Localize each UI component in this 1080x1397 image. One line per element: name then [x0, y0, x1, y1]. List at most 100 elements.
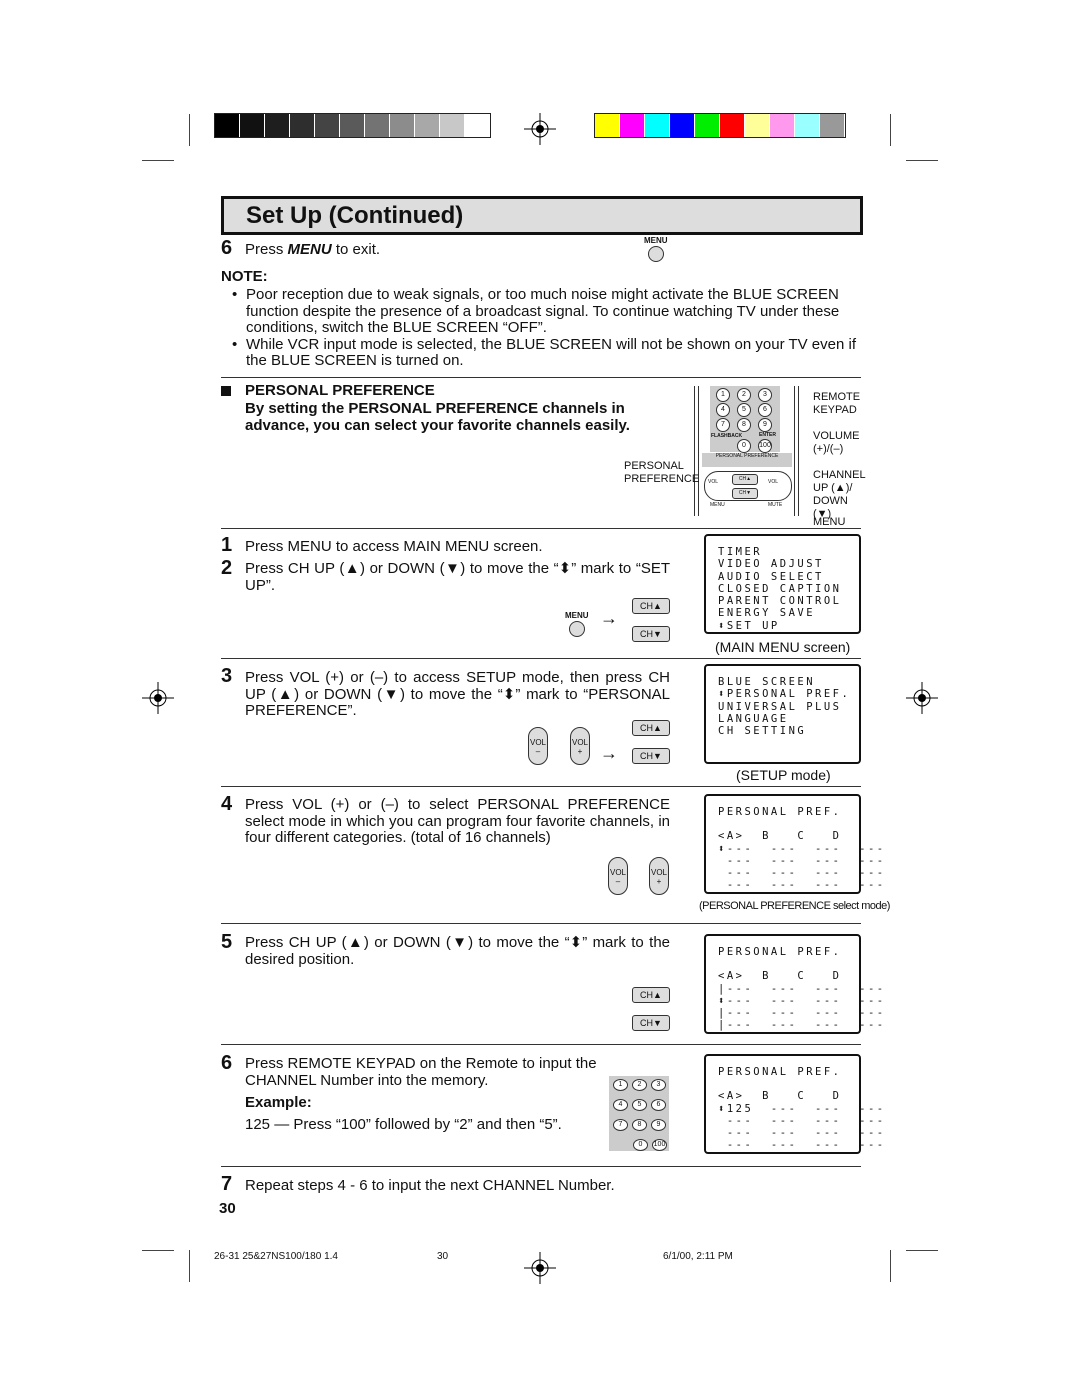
section-intro: By setting the PERSONAL PREFERENCE chann… — [245, 400, 630, 434]
remote-key-1[interactable]: 1 — [716, 388, 730, 402]
footer-file: 26-31 25&27NS100/180 1.4 — [214, 1251, 338, 1262]
screen-line: ⬍PERSONAL PREF. — [718, 688, 851, 701]
screen-line: ⬍125 --- --- --- — [718, 1102, 886, 1115]
remote-ch-down[interactable]: CH▼ — [732, 488, 758, 499]
screen-line: TIMER — [718, 546, 763, 558]
screen-line: |--- --- --- --- — [718, 982, 886, 995]
divider — [221, 923, 861, 924]
pp-buttons-bar[interactable]: PERSONAL PREFERENCE — [702, 453, 792, 467]
crop-mark — [189, 114, 190, 146]
screen-line: CLOSED CAPTION — [718, 582, 842, 595]
remote-vol-minus[interactable]: VOL — [708, 479, 718, 485]
crop-mark — [906, 160, 938, 161]
screen-line: --- --- --- --- — [718, 1127, 886, 1140]
remote-key-2[interactable]: 2 — [737, 388, 751, 402]
keypad-key-2: 2 — [632, 1079, 647, 1091]
example-text: 125 — Press “100” followed by “2” and th… — [245, 1116, 562, 1133]
calibration-swatch — [440, 114, 465, 137]
remote-key-7[interactable]: 7 — [716, 418, 730, 432]
keypad-key-0: 0 — [633, 1139, 648, 1151]
label-personal-preference: PERSONAL PREFERENCE — [624, 460, 700, 485]
remote-key-9[interactable]: 9 — [758, 418, 772, 432]
square-bullet-icon — [221, 386, 231, 396]
keypad-key-7: 7 — [613, 1119, 628, 1131]
step-number: 6 — [221, 237, 233, 259]
screen-line: <A> B C D — [718, 970, 842, 983]
step-number: 6 — [221, 1052, 233, 1074]
screen-line: ENERGY SAVE — [718, 607, 816, 620]
keypad-key-6: 6 — [651, 1099, 666, 1111]
calibration-swatch — [595, 114, 620, 137]
ch-up-button: CH▲ — [632, 987, 670, 1003]
step-2-text: Press CH UP (▲) or DOWN (▼) to move the … — [245, 560, 670, 594]
manual-page: Set Up (Continued) 6 Press MENU to exit.… — [0, 0, 1080, 1397]
screen-line — [718, 818, 859, 830]
ch-up-button: CH▲ — [632, 720, 670, 736]
remote-vol-plus[interactable]: VOL — [768, 479, 778, 485]
note-text: Poor reception due to weak signals, or t… — [246, 286, 840, 336]
screen-line: PARENT CONTROL — [718, 595, 842, 608]
menu-button-icon — [569, 621, 585, 637]
remote-mute-label: MUTE — [768, 502, 783, 508]
ch-down-button: CH▼ — [632, 626, 670, 642]
step-1-text: Press MENU to access MAIN MENU screen. — [245, 538, 543, 555]
step-number: 3 — [221, 665, 233, 687]
remote-key-3[interactable]: 3 — [758, 388, 772, 402]
remote-key-5[interactable]: 5 — [737, 403, 751, 417]
remote-edge — [794, 386, 799, 516]
keypad-illustration: 1 2 3 4 5 6 7 8 9 0 100 — [609, 1076, 669, 1151]
note-bullet: • Poor reception due to weak signals, or … — [232, 286, 860, 337]
vol-minus-button: VOL – — [528, 727, 548, 765]
remote-key-0[interactable]: 0 — [737, 439, 751, 453]
text: Press — [245, 241, 288, 258]
remote-key-100[interactable]: 100 — [758, 439, 772, 453]
section-heading: PERSONAL PREFERENCE — [245, 382, 435, 399]
note-heading: NOTE: — [221, 268, 268, 285]
registration-target-icon — [524, 113, 556, 145]
pp-input-screen: PERSONAL PREF. <A> B C D ⬍125 --- --- --- … — [704, 1054, 886, 1154]
label-remote-keypad: REMOTE KEYPAD — [813, 391, 861, 416]
screen-line: |--- --- --- --- — [718, 1007, 886, 1020]
step-number: 5 — [221, 931, 233, 953]
pp-position-screen: PERSONAL PREF. <A> B C D |--- --- --- --- ⬍… — [704, 934, 886, 1034]
keypad-key-1: 1 — [613, 1079, 628, 1091]
crop-mark — [890, 1250, 891, 1282]
divider — [221, 528, 861, 529]
screen-line: |--- --- --- --- — [718, 1019, 886, 1032]
keypad-key-100: 100 — [652, 1139, 667, 1151]
step-number: 1 — [221, 534, 233, 556]
remote-key-6[interactable]: 6 — [758, 403, 772, 417]
note-bullet: • While VCR input mode is selected, the B… — [232, 335, 860, 370]
keypad-key-5: 5 — [632, 1099, 647, 1111]
crop-mark — [142, 1250, 174, 1251]
screen-line: ⬍SET UP — [718, 619, 780, 632]
calibration-swatch — [390, 114, 415, 137]
grayscale-calibration-bar — [214, 113, 491, 138]
footer-date: 6/1/00, 2:11 PM — [663, 1251, 733, 1262]
screen-line: PERSONAL PREF. — [718, 1066, 842, 1078]
step-number: 2 — [221, 557, 233, 579]
divider — [221, 658, 861, 659]
crop-mark — [890, 114, 891, 146]
remote-key-8[interactable]: 8 — [737, 418, 751, 432]
registration-target-icon — [906, 682, 938, 714]
key-name: MENU — [287, 241, 332, 258]
note-text: While VCR input mode is selected, the BL… — [246, 335, 857, 369]
flashback-label: FLASHBACK — [711, 433, 743, 439]
screen-caption: (PERSONAL PREFERENCE select mode) — [699, 900, 890, 912]
registration-target-icon — [142, 682, 174, 714]
calibration-swatch — [290, 114, 315, 137]
screen-line: --- --- --- --- — [718, 879, 886, 892]
page-number: 30 — [219, 1200, 236, 1217]
remote-edge — [694, 386, 699, 516]
calibration-swatch — [365, 114, 390, 137]
screen-line: <A> B C D — [718, 830, 842, 843]
screen-line: <A> B C D — [718, 1090, 842, 1103]
page-title-box: Set Up (Continued) — [221, 196, 863, 235]
remote-illustration: 1 2 3 4 5 6 7 8 9 0 100 FLASHBACK ENTER PERSONAL P… — [694, 386, 800, 516]
remote-key-4[interactable]: 4 — [716, 403, 730, 417]
remote-ch-up[interactable]: CH▲ — [732, 474, 758, 485]
ch-up-button: CH▲ — [632, 598, 670, 614]
calibration-swatch — [240, 114, 265, 137]
step-exit-text: Press MENU to exit. — [245, 241, 380, 259]
